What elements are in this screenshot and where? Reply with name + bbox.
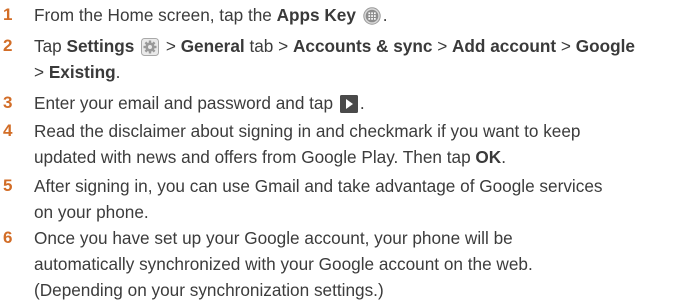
- step-text-line: Read the disclaimer about signing in and…: [34, 121, 581, 141]
- step-text-segment: tab >: [244, 36, 293, 56]
- existing-label: Existing: [48, 62, 116, 82]
- step-text-segment: Enter your email and password and tap: [34, 93, 338, 113]
- step-text-segment: >: [556, 36, 576, 56]
- step-text-segment: .: [359, 93, 365, 113]
- step-text-line: automatically synchronized with your Goo…: [34, 254, 533, 274]
- add-account-label: Add account: [452, 36, 557, 56]
- instruction-steps: 1 From the Home screen, tap the Apps Key…: [0, 0, 697, 302]
- step-number: 3: [3, 93, 13, 112]
- step-text-line: Once you have set up your Google account…: [34, 228, 513, 248]
- step-text: Tap Settings > General tab > Accounts & …: [34, 33, 695, 85]
- step-text: Read the disclaimer about signing in and…: [34, 118, 695, 170]
- step-number: 4: [3, 121, 13, 140]
- settings-label: Settings: [66, 36, 135, 56]
- step-text-segment: .: [501, 147, 506, 167]
- step-number: 2: [3, 36, 13, 55]
- step-text-segment: Tap: [34, 36, 67, 56]
- google-label: Google: [575, 36, 635, 56]
- step-number: 6: [3, 228, 13, 247]
- apps-grid-icon: [363, 7, 381, 25]
- step-text: Enter your email and password and tap .: [34, 90, 695, 116]
- step-number: 5: [3, 176, 13, 195]
- step-text-line: (Depending on your synchronization setti…: [34, 280, 384, 300]
- step-text-line: After signing in, you can use Gmail and …: [34, 176, 603, 196]
- step-text: After signing in, you can use Gmail and …: [34, 173, 695, 225]
- step-number: 1: [3, 5, 13, 24]
- next-arrow-icon: [339, 95, 358, 113]
- step-text-segment: updated with news and offers from Google…: [34, 147, 476, 167]
- step-text-segment: .: [382, 5, 388, 25]
- step-text: From the Home screen, tap the Apps Key .: [34, 2, 695, 28]
- step-text-segment: >: [161, 36, 181, 56]
- apps-key-label: Apps Key: [276, 5, 356, 25]
- step-text: Once you have set up your Google account…: [34, 225, 695, 303]
- accounts-sync-label: Accounts & sync: [292, 36, 433, 56]
- settings-gear-icon: [141, 38, 160, 56]
- general-label: General: [180, 36, 245, 56]
- step-text-segment: >: [432, 36, 453, 56]
- step-text-line: on your phone.: [34, 202, 149, 222]
- step-text-segment: .: [115, 62, 121, 82]
- step-text-segment: >: [34, 62, 49, 82]
- step-text-segment: From the Home screen, tap the: [34, 5, 277, 25]
- ok-label: OK: [475, 147, 502, 167]
